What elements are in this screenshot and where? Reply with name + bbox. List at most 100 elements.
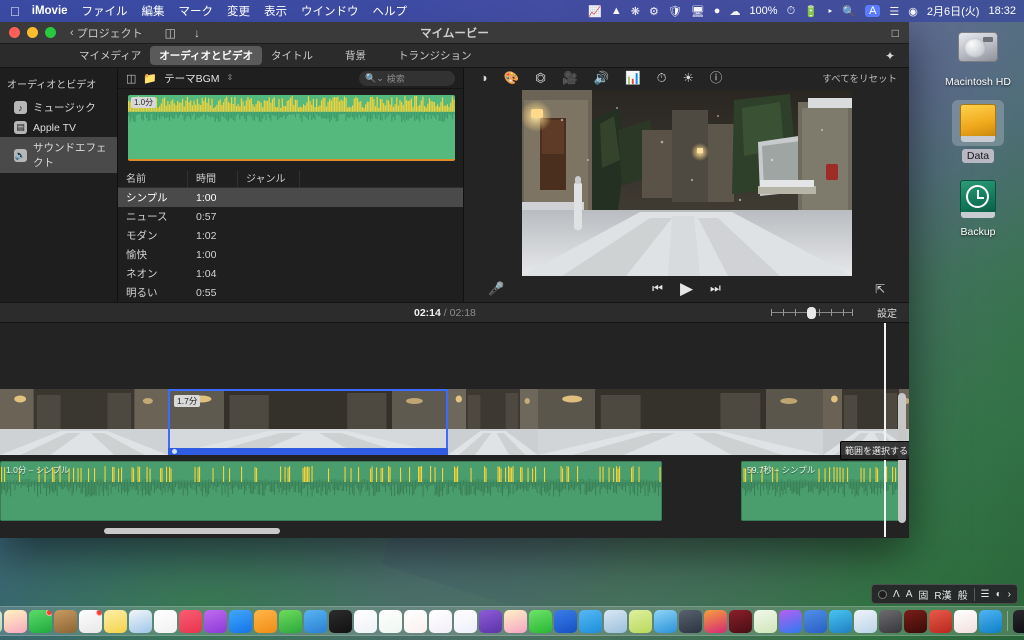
dock-item-browser-blue[interactable] — [829, 609, 852, 633]
menu-item-file[interactable]: ファイル — [82, 3, 128, 19]
folder-name-label[interactable]: テーマBGM — [164, 71, 219, 86]
chevron-updown-icon[interactable]: ⇳ — [227, 74, 234, 82]
ime-mode-alpha[interactable]: A — [906, 589, 913, 600]
dock-item-powerpoint[interactable] — [404, 609, 427, 633]
dock-item-skype[interactable] — [979, 609, 1002, 633]
battery-icon[interactable]: 🔋 — [804, 5, 818, 18]
waveform-preview[interactable]: 1.0分 — [128, 95, 455, 161]
location-icon[interactable]: ● — [714, 5, 721, 17]
dock-item-tools[interactable] — [879, 609, 902, 633]
table-row[interactable]: ニュース 0:57 — [118, 207, 463, 226]
zoom-slider-knob[interactable] — [807, 306, 816, 319]
cloud-icon[interactable]: ☁ — [729, 5, 740, 18]
dock-item-photos-2[interactable] — [504, 609, 527, 633]
sidebar-toggle-icon[interactable]: ◫ — [126, 72, 136, 85]
dock-item-black-app[interactable] — [1013, 609, 1024, 633]
search-input[interactable]: 🔍⌄ 検索 — [359, 70, 455, 86]
dock-item-messenger[interactable] — [779, 609, 802, 633]
dock-item-imovie[interactable] — [479, 609, 502, 633]
video-clip[interactable] — [448, 389, 538, 455]
menu-item-mark[interactable]: マーク — [179, 3, 214, 19]
magic-wand-icon[interactable]: ✦ — [885, 49, 895, 63]
tab-transitions[interactable]: トランジション — [389, 46, 481, 65]
display-icon[interactable]: 🖥 — [691, 5, 705, 18]
timeline-settings-button[interactable]: 設定 — [877, 305, 897, 320]
dock-item-jdownloader[interactable] — [729, 609, 752, 633]
reset-all-button[interactable]: すべてをリセット — [822, 71, 897, 85]
timeline-horizontal-scrollbar[interactable] — [104, 528, 280, 534]
dock-item-davinci[interactable] — [679, 609, 702, 633]
table-row[interactable]: シンプル 1:00 — [118, 188, 463, 207]
control-center-icon[interactable]: ☰ — [889, 5, 899, 18]
ime-mode-general[interactable]: 般 — [958, 587, 968, 602]
table-row[interactable]: 明るい 0:55 — [118, 283, 463, 302]
dock-item-facetime[interactable] — [29, 609, 52, 633]
color-correction-icon[interactable]: 🎨 — [504, 72, 520, 85]
menu-item-window[interactable]: ウインドウ — [301, 3, 359, 19]
tab-audio-and-video[interactable]: オーディオとビデオ — [150, 46, 263, 65]
menu-item-help[interactable]: ヘルプ — [373, 3, 408, 19]
filter-icon[interactable]: ☀ — [683, 72, 694, 85]
dock-item-onenote[interactable] — [429, 609, 452, 633]
graph-icon[interactable]: 📈 — [588, 5, 602, 18]
ime-mode-kanji[interactable]: R漢 — [934, 587, 951, 602]
expand-icon[interactable]: › — [1008, 589, 1011, 600]
equalizer-icon[interactable]: 📊 — [625, 72, 641, 85]
timeline[interactable]: 1.7分 1.0分 – シンプル 59.7秒 – シンプル 範囲を選択するにはRキ… — [0, 323, 909, 537]
dock-item-pinwheel[interactable] — [754, 609, 777, 633]
skip-forward-icon[interactable]: ⏭ — [710, 281, 721, 296]
info-icon[interactable]: ⓘ — [710, 72, 723, 85]
tab-my-media[interactable]: マイメディア — [70, 46, 150, 65]
dock-item-music[interactable] — [179, 609, 202, 633]
dock-item-chrome-canary[interactable] — [804, 609, 827, 633]
audio-clip[interactable]: 1.0分 – シンプル — [0, 461, 662, 521]
dock-item-pages-doc[interactable] — [854, 609, 877, 633]
sidebar-item-sound-effects[interactable]: 🔊 サウンドエフェクト — [0, 137, 117, 173]
menubar-date[interactable]: 2月6日(火) — [927, 3, 980, 19]
dock-item-mi-app[interactable] — [629, 609, 652, 633]
dock-item-pages[interactable] — [254, 609, 277, 633]
desktop-icon-macintosh-hd[interactable]: Macintosh HD — [930, 26, 1024, 90]
speed-icon[interactable]: ⏱ — [657, 72, 667, 85]
tab-backgrounds[interactable]: 背景 — [336, 46, 375, 65]
palette-icon[interactable]: ◐ — [996, 589, 1002, 600]
wifi-icon[interactable]: ‣ — [827, 5, 834, 18]
dock-item-mega[interactable] — [604, 609, 627, 633]
search-icon[interactable]: 🔍 — [842, 5, 856, 18]
fan-icon[interactable]: ❋ — [631, 5, 640, 18]
share-icon[interactable]: □ — [892, 26, 899, 40]
audio-clip[interactable]: 59.7秒 – シンプル — [741, 461, 905, 521]
dock-item-darkroom[interactable] — [904, 609, 927, 633]
column-header-genre[interactable]: ジャンル — [238, 170, 300, 188]
dock-item-maps[interactable] — [0, 609, 2, 633]
stabilization-icon[interactable]: 🎥 — [562, 72, 578, 85]
dock-item-word[interactable] — [354, 609, 377, 633]
list-icon[interactable]: ☰ — [981, 589, 990, 600]
desktop-icon-data[interactable]: Data — [930, 100, 1024, 164]
shield-icon[interactable]: 🛡 — [668, 5, 682, 18]
desktop-icon-backup[interactable]: Backup — [930, 176, 1024, 240]
mountain-icon[interactable]: ▲ — [611, 5, 622, 17]
dock-item-podcasts[interactable] — [204, 609, 227, 633]
dock-item-transfer[interactable] — [929, 609, 952, 633]
table-row[interactable]: 愉快 1:00 — [118, 245, 463, 264]
volume-icon[interactable]: 🔊 — [594, 72, 610, 85]
dock-item-instagram[interactable] — [704, 609, 727, 633]
apple-menu-icon[interactable]:  — [10, 5, 20, 18]
color-balance-icon[interactable]: ◑ — [480, 72, 488, 85]
menu-item-imovie[interactable]: iMovie — [32, 5, 68, 17]
dock-item-app-store[interactable] — [229, 609, 252, 633]
dock-item-opera[interactable] — [654, 609, 677, 633]
dock-item-twitter[interactable] — [579, 609, 602, 633]
column-header-name[interactable]: 名前 — [118, 170, 188, 188]
table-row[interactable]: ネオン 1:04 — [118, 264, 463, 283]
dock-item-calendar[interactable] — [154, 609, 177, 633]
menu-item-edit[interactable]: 編集 — [142, 3, 165, 19]
crop-icon[interactable]: ⏣ — [535, 72, 546, 85]
input-source-icon[interactable]: A — [865, 5, 881, 17]
dock-item-line[interactable] — [529, 609, 552, 633]
video-clip[interactable]: 1.7分 — [168, 389, 448, 455]
dock-item-numbers[interactable] — [279, 609, 302, 633]
dock-item-clover[interactable] — [954, 609, 977, 633]
clip-selection-handle[interactable] — [172, 449, 177, 454]
